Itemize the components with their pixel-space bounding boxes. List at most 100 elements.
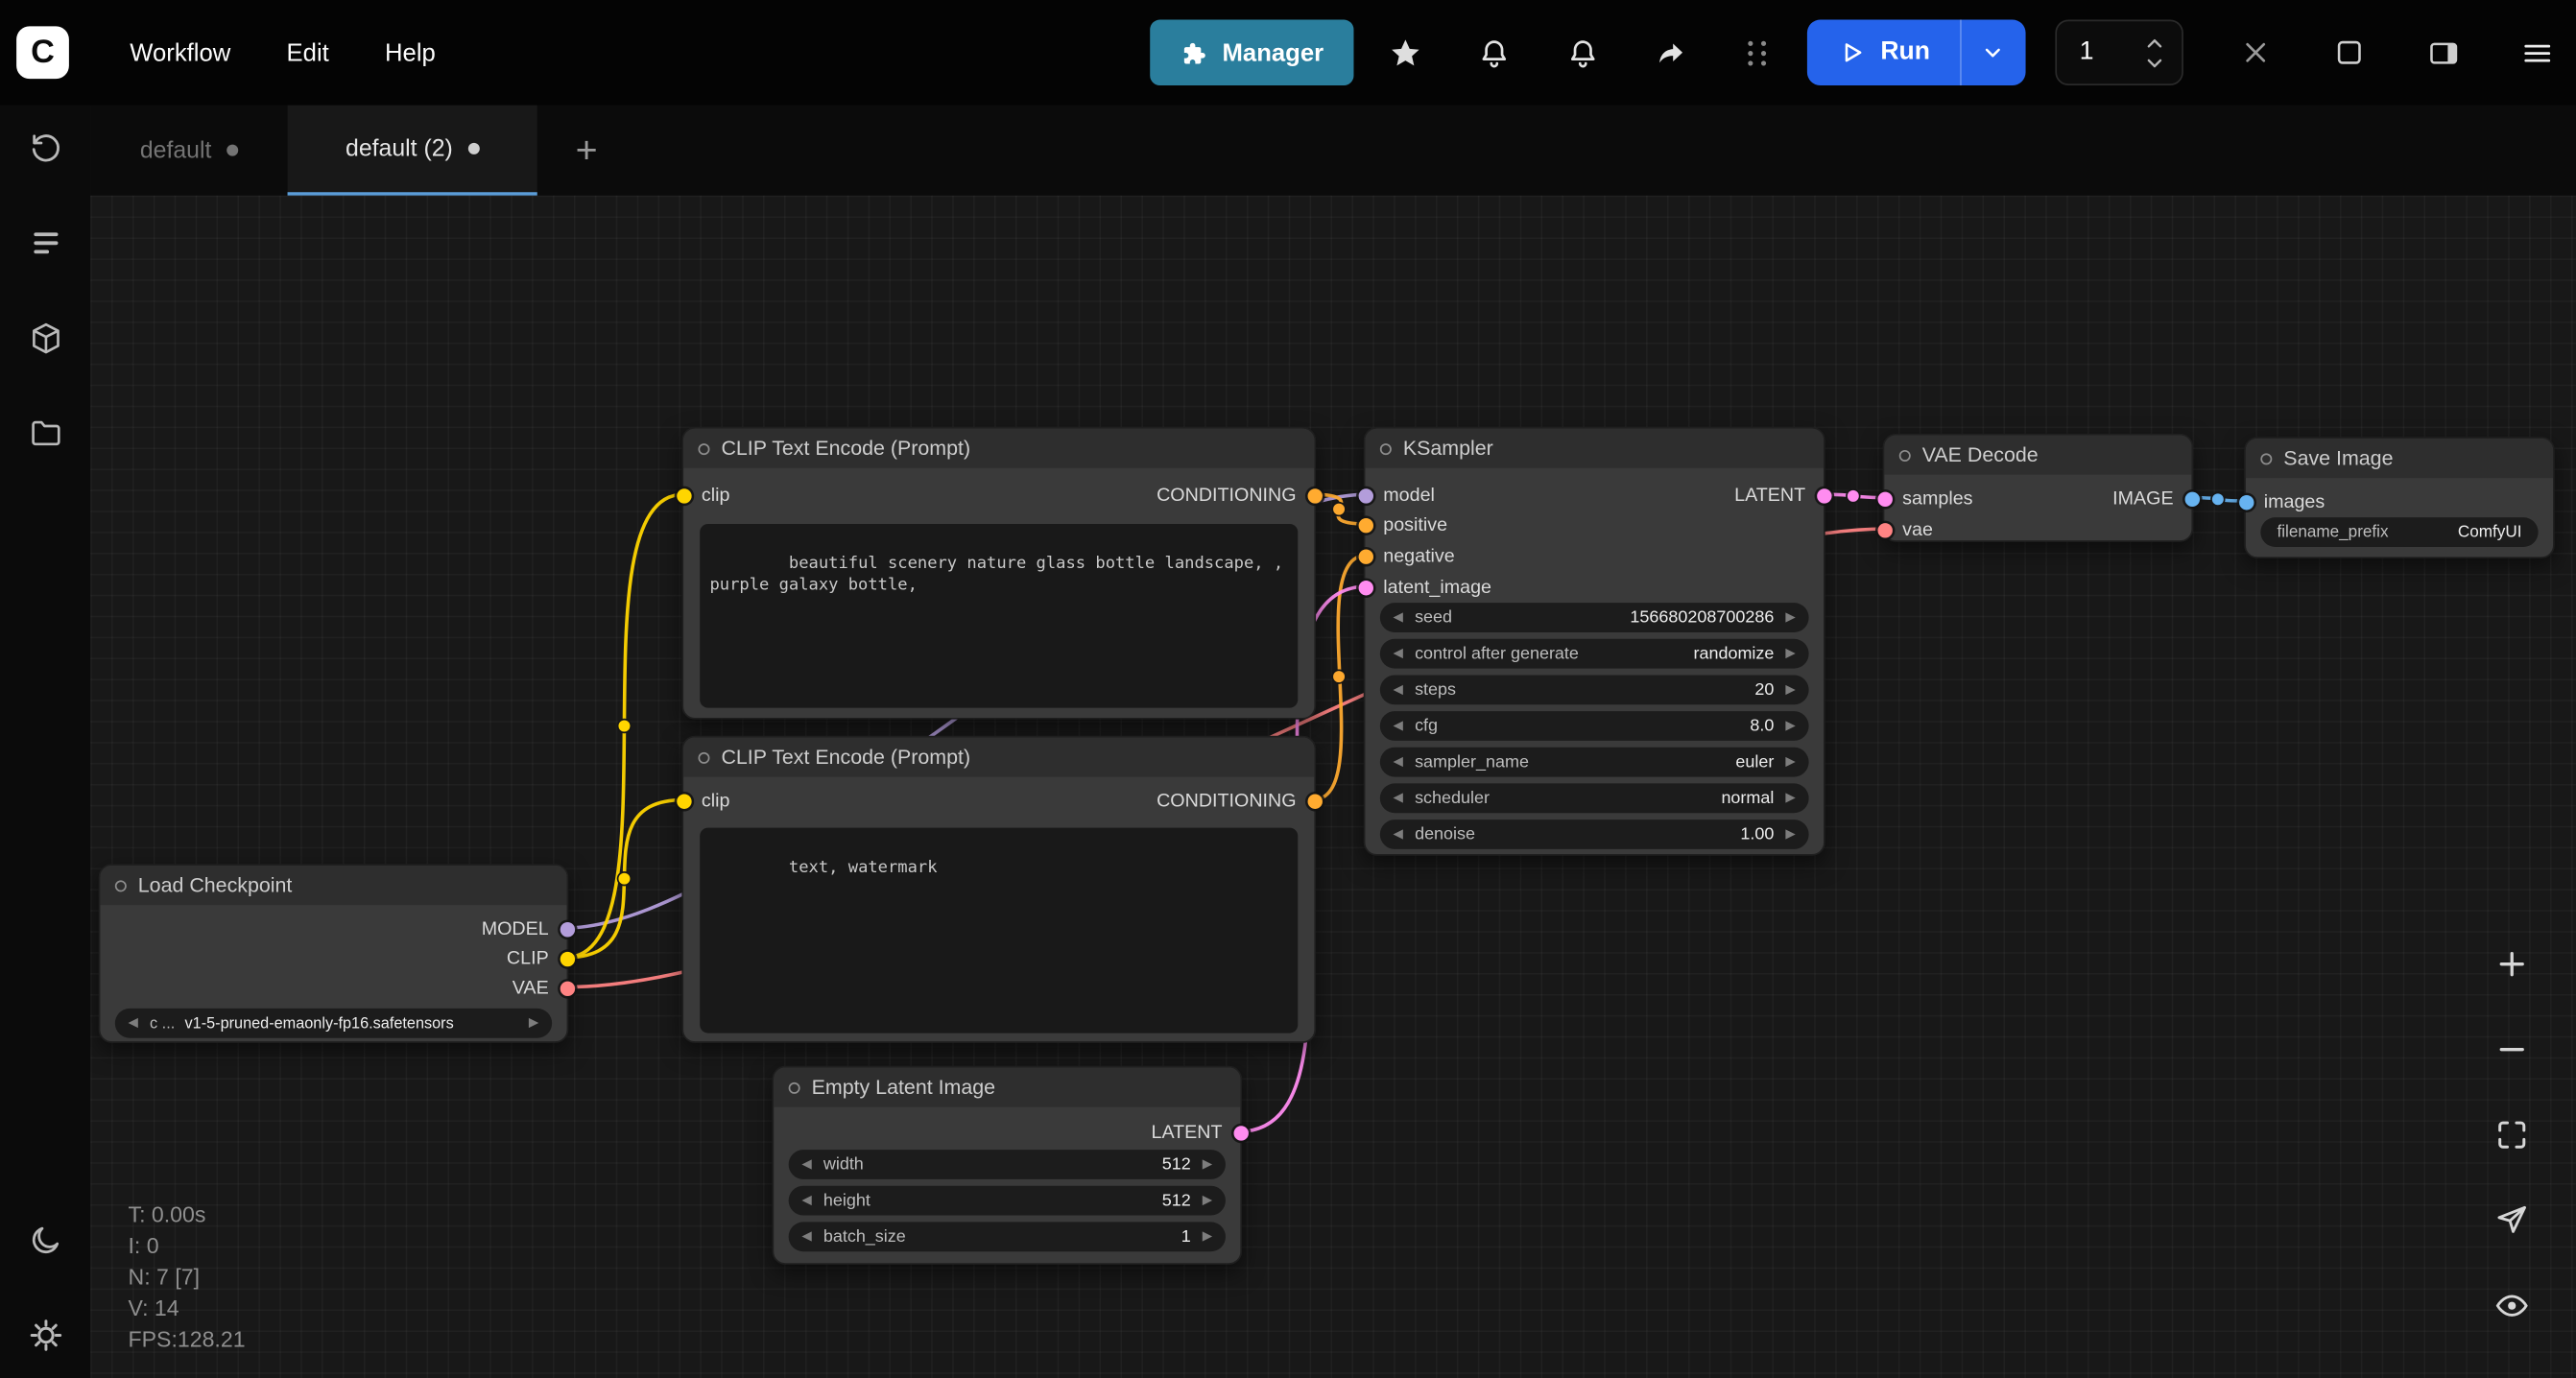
prev-arrow-icon[interactable]: ◀ xyxy=(801,1194,812,1207)
steps-widget[interactable]: ◀ steps 20 ▶ xyxy=(1380,675,1809,704)
control-after-generate-widget[interactable]: ◀ control after generate randomize ▶ xyxy=(1380,639,1809,669)
filename-prefix-widget[interactable]: filename_prefix ComfyUI xyxy=(2260,517,2538,547)
clip-input-port[interactable] xyxy=(676,488,690,503)
comfyui-logo[interactable]: C xyxy=(16,26,69,79)
node-empty-latent-image[interactable]: Empty Latent Image LATENT ◀ width 512 ▶ … xyxy=(773,1066,1243,1265)
next-arrow-icon[interactable]: ▶ xyxy=(1785,611,1796,625)
scheduler-widget[interactable]: ◀ scheduler normal ▶ xyxy=(1380,783,1809,813)
hamburger-menu-button[interactable] xyxy=(2516,33,2556,72)
link-dot-clip-positive[interactable] xyxy=(618,720,632,733)
vae-input-port[interactable] xyxy=(1877,523,1892,537)
drag-handle[interactable] xyxy=(1748,40,1768,65)
next-arrow-icon[interactable]: ▶ xyxy=(1785,828,1796,842)
menu-help[interactable]: Help xyxy=(357,20,464,85)
positive-input-port[interactable] xyxy=(1358,518,1372,533)
sidebar-item-node-library[interactable] xyxy=(14,309,75,368)
batch-size-widget[interactable]: ◀ batch_size 1 ▶ xyxy=(789,1222,1226,1251)
next-arrow-icon[interactable]: ▶ xyxy=(1203,1158,1213,1172)
denoise-widget[interactable]: ◀ denoise 1.00 ▶ xyxy=(1380,820,1809,849)
latent-image-input-port[interactable] xyxy=(1358,581,1372,595)
node-clip-text-encode-negative[interactable]: CLIP Text Encode (Prompt) clip CONDITION… xyxy=(681,736,1316,1043)
latent-output-port[interactable] xyxy=(1233,1126,1248,1140)
next-arrow-icon[interactable]: ▶ xyxy=(1785,755,1796,769)
collapse-dot[interactable] xyxy=(789,1081,800,1093)
prompt-textarea[interactable]: beautiful scenery nature glass bottle la… xyxy=(700,524,1298,708)
node-header[interactable]: KSampler xyxy=(1365,429,1824,468)
link-dot-latent-samples[interactable] xyxy=(1847,489,1860,503)
prev-arrow-icon[interactable]: ◀ xyxy=(1394,683,1404,697)
prev-arrow-icon[interactable]: ◀ xyxy=(1394,755,1404,769)
collapse-dot[interactable] xyxy=(698,442,709,454)
width-widget[interactable]: ◀ width 512 ▶ xyxy=(789,1150,1226,1179)
collapse-dot[interactable] xyxy=(115,880,127,891)
node-vae-decode[interactable]: VAE Decode samples IMAGE vae xyxy=(1883,434,2194,542)
fit-view-button[interactable] xyxy=(2481,1104,2543,1164)
next-arrow-icon[interactable]: ▶ xyxy=(529,1016,539,1030)
samples-input-port[interactable] xyxy=(1877,492,1892,507)
sidebar-item-history[interactable] xyxy=(14,118,75,178)
sidebar-item-workflows[interactable] xyxy=(14,404,75,463)
send-button[interactable] xyxy=(2481,1189,2543,1249)
node-header[interactable]: Load Checkpoint xyxy=(100,866,566,905)
increment-button[interactable] xyxy=(2140,33,2170,51)
images-input-port[interactable] xyxy=(2238,495,2253,510)
link-dot-image[interactable] xyxy=(2211,492,2225,506)
run-button[interactable]: Run xyxy=(1806,20,1959,85)
link-dot-cond-negative[interactable] xyxy=(1332,670,1346,683)
model-output-port[interactable] xyxy=(560,922,574,937)
link-dot-clip-negative[interactable] xyxy=(618,872,632,886)
ckpt-name-widget[interactable]: ◀ c ... v1-5-pruned-emaonly-fp16.safeten… xyxy=(115,1009,552,1038)
next-arrow-icon[interactable]: ▶ xyxy=(1785,683,1796,697)
prev-arrow-icon[interactable]: ◀ xyxy=(129,1016,139,1030)
cfg-widget[interactable]: ◀ cfg 8.0 ▶ xyxy=(1380,711,1809,741)
tab-default-2[interactable]: default (2) xyxy=(288,106,537,196)
node-save-image[interactable]: Save Image images filename_prefix ComfyU… xyxy=(2244,437,2555,558)
node-header[interactable]: CLIP Text Encode (Prompt) xyxy=(683,429,1314,468)
prev-arrow-icon[interactable]: ◀ xyxy=(1394,611,1404,625)
prev-arrow-icon[interactable]: ◀ xyxy=(801,1230,812,1244)
conditioning-output-port[interactable] xyxy=(1307,795,1322,809)
sidebar-item-queue[interactable] xyxy=(14,214,75,273)
sampler-name-widget[interactable]: ◀ sampler_name euler ▶ xyxy=(1380,748,1809,777)
toggle-visibility-button[interactable] xyxy=(2481,1274,2543,1335)
prev-arrow-icon[interactable]: ◀ xyxy=(1394,647,1404,660)
settings-button[interactable] xyxy=(14,1306,75,1366)
latent-output-port[interactable] xyxy=(1816,488,1830,503)
zoom-out-button[interactable] xyxy=(2481,1018,2543,1079)
menu-edit[interactable]: Edit xyxy=(258,20,356,85)
collapse-dot[interactable] xyxy=(1380,442,1392,454)
prev-arrow-icon[interactable]: ◀ xyxy=(1394,828,1404,842)
model-input-port[interactable] xyxy=(1358,488,1372,503)
node-canvas[interactable]: Load Checkpoint MODEL CLIP VAE ◀ c ... v… xyxy=(90,196,2576,1378)
collapse-dot[interactable] xyxy=(698,751,709,763)
star-button[interactable] xyxy=(1370,20,1442,85)
collapse-dot[interactable] xyxy=(1899,449,1911,461)
image-output-port[interactable] xyxy=(2184,492,2199,507)
negative-input-port[interactable] xyxy=(1358,550,1372,564)
height-widget[interactable]: ◀ height 512 ▶ xyxy=(789,1186,1226,1216)
prompt-textarea[interactable]: text, watermark xyxy=(700,828,1298,1034)
node-header[interactable]: Empty Latent Image xyxy=(774,1068,1240,1107)
theme-toggle-button[interactable] xyxy=(14,1210,75,1270)
manager-button[interactable]: Manager xyxy=(1150,20,1353,85)
close-button[interactable] xyxy=(2236,33,2276,72)
batch-count-stepper[interactable]: 1 xyxy=(2055,20,2183,85)
clip-input-port[interactable] xyxy=(676,795,690,809)
vae-output-port[interactable] xyxy=(560,982,574,996)
share-button[interactable] xyxy=(1635,20,1707,85)
node-ksampler[interactable]: KSampler model LATENT positive negative … xyxy=(1364,427,1825,856)
next-arrow-icon[interactable]: ▶ xyxy=(1785,720,1796,733)
prev-arrow-icon[interactable]: ◀ xyxy=(1394,792,1404,805)
collapse-dot[interactable] xyxy=(2260,453,2272,464)
next-arrow-icon[interactable]: ▶ xyxy=(1785,647,1796,660)
maximize-button[interactable] xyxy=(2329,33,2369,72)
node-header[interactable]: Save Image xyxy=(2246,439,2553,478)
clip-output-port[interactable] xyxy=(560,952,574,966)
next-arrow-icon[interactable]: ▶ xyxy=(1203,1230,1213,1244)
next-arrow-icon[interactable]: ▶ xyxy=(1785,792,1796,805)
node-load-checkpoint[interactable]: Load Checkpoint MODEL CLIP VAE ◀ c ... v… xyxy=(99,864,569,1043)
tab-default[interactable]: default xyxy=(90,106,287,196)
link-dot-cond-positive[interactable] xyxy=(1332,503,1346,516)
conditioning-output-port[interactable] xyxy=(1307,488,1322,503)
notifications-button[interactable] xyxy=(1458,20,1530,85)
